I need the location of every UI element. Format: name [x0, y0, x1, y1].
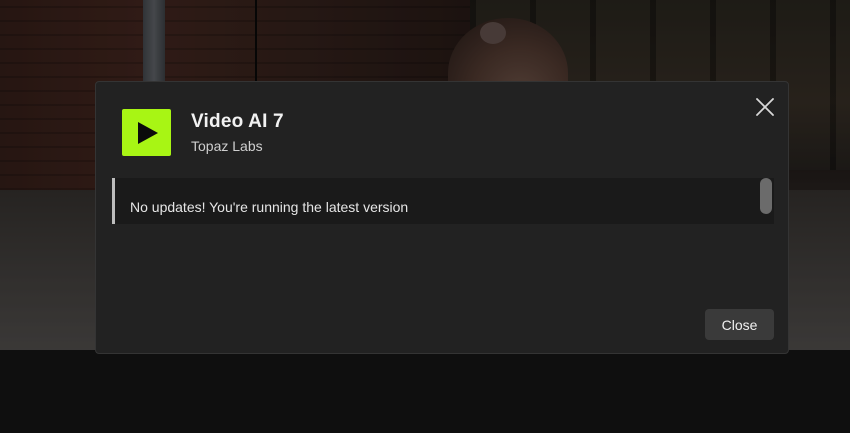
about-dialog: Video AI 7 Topaz Labs No updates! You're… — [95, 81, 789, 354]
scrollbar-thumb[interactable] — [760, 178, 772, 214]
close-button[interactable]: Close — [705, 309, 774, 340]
bottom-bar — [0, 350, 850, 433]
app-icon — [122, 109, 171, 156]
publisher-name: Topaz Labs — [191, 138, 263, 154]
app-name: Video AI 7 — [191, 111, 284, 132]
close-icon[interactable] — [754, 96, 776, 118]
update-status-message: No updates! You're running the latest ve… — [130, 199, 409, 215]
play-icon — [137, 121, 158, 144]
update-status-panel: No updates! You're running the latest ve… — [112, 178, 774, 224]
